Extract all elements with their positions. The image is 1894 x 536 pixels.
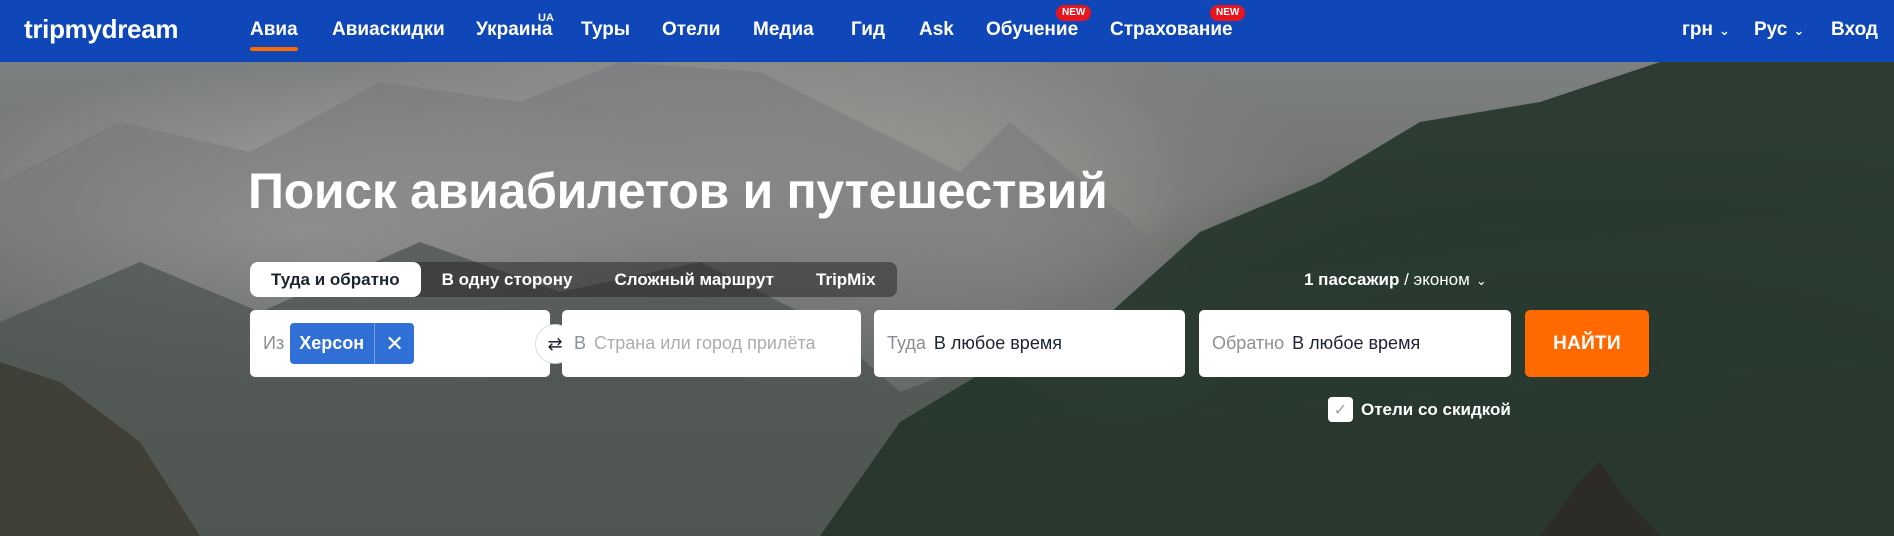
depart-value: В любое время [933,333,1062,353]
tab-one-way[interactable]: В одну сторону [421,262,594,297]
hotels-discount-label: Отели со скидкой [1361,399,1511,419]
origin-field[interactable]: Из Херсон ✕ [250,310,550,377]
return-label: Обратно [1212,333,1285,353]
nav-item-hotels[interactable]: Отели [662,19,720,41]
return-value: В любое время [1292,333,1421,353]
passengers-count: 1 пассажир [1304,270,1400,289]
currency-label: грн [1682,19,1713,40]
page-title: Поиск авиабилетов и путешествий [248,163,1108,219]
passengers-selector[interactable]: 1 пассажир / эконом ⌄ [1304,270,1487,290]
login-link[interactable]: Вход [1831,19,1878,41]
language-selector[interactable]: Рус ⌄ [1754,19,1804,41]
currency-selector[interactable]: грн ⌄ [1682,19,1730,41]
origin-label: Из [263,333,285,353]
nav-item-insurance[interactable]: Страхование [1110,19,1233,41]
nav-item-media[interactable]: Медиа [753,19,814,41]
new-badge-insurance: NEW [1210,5,1246,21]
return-date-field[interactable]: Обратно В любое время [1199,310,1511,377]
origin-city: Херсон [299,333,365,353]
hero-background-image [0,62,1894,536]
site-logo[interactable]: tripmydream [24,14,179,45]
checkbox-check-icon[interactable]: ✓ [1328,397,1353,422]
nav-item-tours[interactable]: Туры [581,19,630,41]
nav-item-ask[interactable]: Ask [919,19,954,41]
trip-type-tabs: Туда и обратно В одну сторону Сложный ма… [250,262,897,297]
search-button[interactable]: НАЙТИ [1525,310,1649,377]
passengers-separator: / [1399,270,1414,289]
chevron-down-icon: ⌄ [1719,23,1730,38]
close-icon[interactable]: ✕ [374,323,414,364]
destination-label: В [574,333,587,353]
destination-placeholder: Страна или город прилёта [594,333,816,353]
new-badge-education: NEW [1056,5,1092,21]
tab-multi-city[interactable]: Сложный маршрут [593,262,795,297]
tab-round-trip[interactable]: Туда и обратно [250,262,421,297]
cabin-class: эконом [1413,270,1470,289]
destination-field[interactable]: В Страна или город прилёта [562,310,861,377]
chevron-down-icon: ⌄ [1793,23,1805,38]
ukraine-ua-superscript: UA [538,12,554,24]
origin-chip: Херсон ✕ [290,323,415,364]
language-label: Рус [1754,19,1788,40]
mountain-landscape [0,62,1894,536]
nav-item-guide[interactable]: Гид [851,19,885,41]
depart-label: Туда [887,333,926,353]
depart-date-field[interactable]: Туда В любое время [874,310,1185,377]
nav-item-education[interactable]: Обучение [986,19,1078,41]
nav-item-avia-discounts[interactable]: Авиаскидки [332,19,445,41]
top-navigation: tripmydream Авиа Авиаскидки Украина UA Т… [0,0,1894,62]
hotels-discount-checkbox[interactable]: ✓ Отели со скидкой [1328,397,1511,422]
tab-tripmix[interactable]: TripMix [795,262,897,297]
nav-item-avia[interactable]: Авиа [250,19,298,51]
chevron-down-icon: ⌄ [1475,273,1487,288]
